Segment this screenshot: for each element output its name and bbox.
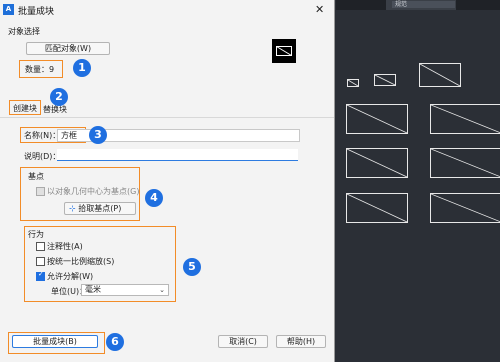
cad-rectangle[interactable]: [419, 63, 461, 87]
description-input[interactable]: [57, 149, 298, 161]
step-badge: 3: [89, 126, 107, 144]
chevron-down-icon: ⌄: [159, 286, 165, 294]
cad-rectangle[interactable]: [346, 148, 408, 178]
cad-toolbar-segment: [336, 0, 386, 10]
allow-explode-label: 允许分解(W): [47, 272, 94, 281]
dialog-title: 批量成块: [18, 7, 55, 17]
unit-value: 毫米: [85, 285, 101, 294]
step-badge: 4: [145, 189, 163, 207]
tab-create-block[interactable]: 创建块: [13, 103, 37, 114]
cad-rectangle[interactable]: [430, 193, 500, 223]
cad-rectangle[interactable]: [346, 104, 408, 134]
annotative-checkbox[interactable]: [36, 242, 45, 251]
step-badge: 2: [50, 88, 68, 106]
object-selection-label: 对象选择: [8, 27, 40, 36]
tab-replace-block[interactable]: 替换块: [43, 104, 67, 115]
dialog-titlebar[interactable]: A 批量成块 ✕: [0, 0, 334, 20]
cad-rectangle[interactable]: [346, 193, 408, 223]
uniform-scale-checkbox[interactable]: [36, 257, 45, 266]
center-base-point-checkbox[interactable]: [36, 187, 45, 196]
cad-toolbar-segment: [456, 0, 500, 10]
batch-block-button[interactable]: 批量成块(B): [12, 335, 98, 348]
match-objects-button[interactable]: 匹配对象(W): [26, 42, 110, 55]
cad-rectangle[interactable]: [430, 148, 500, 178]
close-icon[interactable]: ✕: [315, 3, 324, 16]
allow-explode-checkbox[interactable]: ✓: [36, 270, 45, 281]
annotative-label: 注释性(A): [47, 242, 83, 251]
help-button[interactable]: 帮助(H): [276, 335, 326, 348]
unit-select[interactable]: 毫米 ⌄: [81, 284, 169, 296]
batch-block-dialog: A 批量成块 ✕ 对象选择 匹配对象(W) 数量：9 创建块 替换块 名称(N)…: [0, 0, 335, 362]
step-badge: 5: [183, 258, 201, 276]
cad-rectangle[interactable]: [374, 74, 396, 86]
block-preview: [272, 39, 296, 63]
description-label: 说明(D)：: [24, 152, 61, 161]
cad-rectangle[interactable]: [347, 79, 359, 87]
step-badge: 1: [73, 59, 91, 77]
object-count: 数量：9: [25, 65, 55, 74]
pick-point-icon: ⊹: [69, 204, 76, 213]
pick-base-point-button[interactable]: ⊹ 拾取基点(P): [64, 202, 136, 215]
app-icon: A: [3, 4, 14, 15]
cad-layer-field[interactable]: 规范: [392, 1, 455, 8]
cad-rectangle[interactable]: [430, 104, 500, 134]
pick-base-point-label: 拾取基点(P): [78, 204, 122, 213]
center-base-point-label: 以对象几何中心为基点(G): [47, 187, 140, 196]
tab-divider: [0, 117, 334, 118]
base-point-label: 基点: [28, 172, 44, 181]
behavior-label: 行为: [28, 230, 44, 239]
name-label: 名称(N)：: [24, 131, 61, 140]
step-badge: 6: [106, 333, 124, 351]
uniform-scale-label: 按统一比例缩放(S): [47, 257, 115, 266]
checkmark-icon: ✓: [38, 270, 44, 278]
cancel-button[interactable]: 取消(C): [218, 335, 268, 348]
